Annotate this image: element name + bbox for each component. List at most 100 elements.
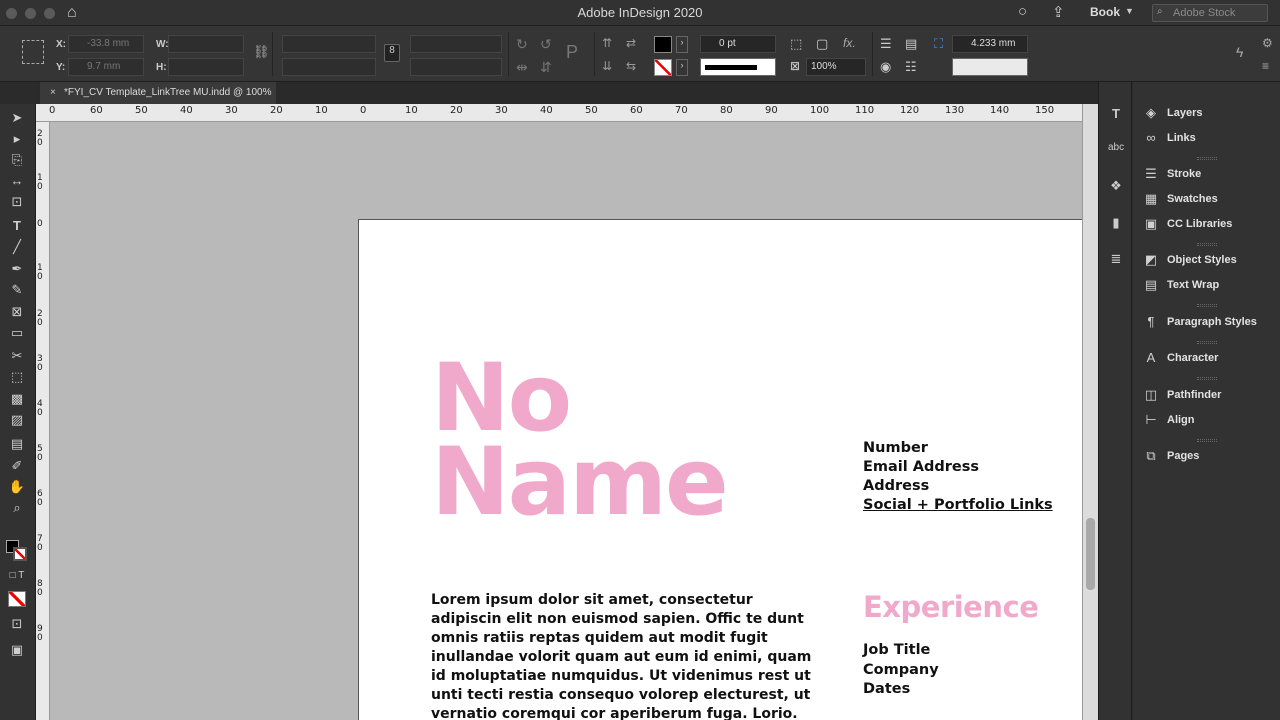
contact-social-links[interactable]: Social + Portfolio Links bbox=[863, 497, 1053, 513]
bookmarks-icon[interactable]: ▮ bbox=[1108, 215, 1124, 231]
effects-icon[interactable]: fx. bbox=[843, 36, 856, 50]
path-type-icon[interactable]: P bbox=[566, 42, 578, 63]
gear-icon[interactable]: ⚙ bbox=[1262, 36, 1273, 50]
stroke-swatch[interactable] bbox=[654, 59, 672, 76]
vertical-scrollbar[interactable] bbox=[1082, 104, 1098, 720]
gap-field[interactable]: 4.233 mm bbox=[952, 35, 1028, 53]
document-page[interactable]: No Name Number Email Address Address Soc… bbox=[358, 219, 1082, 720]
opacity-field[interactable]: 100% bbox=[806, 58, 866, 76]
document-tab[interactable]: × *FYI_CV Template_LinkTree MU.indd @ 10… bbox=[40, 82, 276, 104]
lightbulb-icon[interactable]: ○ bbox=[1018, 3, 1027, 20]
type-tool-icon[interactable]: T bbox=[6, 218, 28, 236]
panel-align[interactable]: ⊢ Align bbox=[1133, 409, 1280, 433]
panel-group-grip[interactable] bbox=[1197, 243, 1217, 246]
width-field[interactable] bbox=[168, 35, 244, 53]
experience-dates[interactable]: Dates bbox=[863, 681, 910, 697]
note-tool-icon[interactable]: ▤ bbox=[6, 436, 28, 454]
panel-group-grip[interactable] bbox=[1197, 157, 1217, 160]
select-next-icon[interactable]: ⇆ bbox=[626, 59, 636, 73]
page-tool-icon[interactable]: ⎘ bbox=[6, 152, 28, 170]
stock-search-input[interactable]: Adobe Stock bbox=[1152, 4, 1268, 22]
flip-vertical-icon[interactable]: ⇵ bbox=[540, 59, 552, 76]
gradient-swatch-tool-icon[interactable]: ▩ bbox=[6, 391, 28, 409]
color-theme-icon[interactable]: ❖ bbox=[1108, 178, 1124, 194]
panel-text-wrap[interactable]: ▤ Text Wrap bbox=[1133, 274, 1280, 298]
menu-icon[interactable]: ≡ bbox=[1262, 59, 1269, 73]
direct-selection-tool-icon[interactable]: ▸ bbox=[6, 131, 28, 149]
fill-menu-arrow[interactable]: › bbox=[676, 36, 688, 53]
panel-pathfinder[interactable]: ◫ Pathfinder bbox=[1133, 384, 1280, 408]
panel-group-grip[interactable] bbox=[1197, 439, 1217, 442]
scale-link-icon[interactable]: 8 bbox=[384, 44, 400, 62]
panel-pages[interactable]: ⧉ Pages bbox=[1133, 445, 1280, 469]
stroke-type-dropdown[interactable] bbox=[700, 58, 776, 76]
selection-tool-icon[interactable]: ➤ bbox=[6, 110, 28, 128]
pen-tool-icon[interactable]: ✒ bbox=[6, 261, 28, 279]
select-previous-icon[interactable]: ⇊ bbox=[602, 59, 612, 73]
scissors-tool-icon[interactable]: ✂ bbox=[6, 348, 28, 366]
pencil-tool-icon[interactable]: ✎ bbox=[6, 282, 28, 300]
panel-group-grip[interactable] bbox=[1197, 341, 1217, 344]
screen-mode-normal-icon[interactable]: ⊡ bbox=[6, 616, 28, 634]
eyedropper-tool-icon[interactable]: ✐ bbox=[6, 458, 28, 476]
free-transform-tool-icon[interactable]: ⬚ bbox=[6, 369, 28, 387]
close-tab-icon[interactable]: × bbox=[50, 87, 56, 98]
panel-layers[interactable]: ◈ Layers bbox=[1133, 102, 1280, 126]
select-content-icon[interactable]: ⇄ bbox=[626, 36, 636, 50]
stroke-weight-field[interactable]: 0 pt bbox=[700, 35, 776, 53]
share-icon[interactable]: ⇪ bbox=[1052, 3, 1065, 21]
gap-tool-icon[interactable]: ↔ bbox=[6, 173, 28, 191]
rotation-angle-field[interactable] bbox=[410, 35, 502, 53]
quick-apply-icon[interactable]: ϟ bbox=[1236, 44, 1243, 60]
drop-shadow-icon[interactable]: ▢ bbox=[816, 36, 828, 52]
rectangle-frame-tool-icon[interactable]: ⊠ bbox=[6, 304, 28, 322]
scale-y-field[interactable] bbox=[282, 58, 376, 76]
panel-swatches[interactable]: ▦ Swatches bbox=[1133, 188, 1280, 212]
gradient-feather-tool-icon[interactable]: ▨ bbox=[6, 412, 28, 430]
text-wrap-object-icon[interactable]: ◉ bbox=[880, 59, 891, 75]
text-list-icon[interactable]: ≣ bbox=[1108, 251, 1124, 267]
spelling-icon[interactable]: abc bbox=[1108, 142, 1124, 158]
experience-heading[interactable]: Experience bbox=[863, 590, 1039, 624]
workspace-switcher[interactable]: Book bbox=[1090, 5, 1120, 19]
text-wrap-jump-icon[interactable]: ☷ bbox=[905, 59, 917, 75]
reference-point-icon[interactable] bbox=[22, 40, 44, 64]
screen-mode-preview-icon[interactable]: ▣ bbox=[6, 642, 28, 660]
horizontal-ruler[interactable]: 0 60 50 40 30 20 10 0 10 20 30 40 50 60 … bbox=[36, 104, 1082, 122]
panel-character[interactable]: A Character bbox=[1133, 347, 1280, 371]
y-position-field[interactable]: 9.7 mm bbox=[68, 58, 144, 76]
panel-group-grip[interactable] bbox=[1197, 377, 1217, 380]
constrain-proportions-icon[interactable]: ⛓ bbox=[253, 44, 270, 60]
panel-group-grip[interactable] bbox=[1197, 304, 1217, 307]
x-position-field[interactable]: -33.8 mm bbox=[68, 35, 144, 53]
fill-swatch[interactable] bbox=[654, 36, 672, 53]
height-field[interactable] bbox=[168, 58, 244, 76]
chevron-down-icon[interactable]: ▼ bbox=[1125, 6, 1134, 16]
contact-email[interactable]: Email Address bbox=[863, 459, 979, 475]
name-heading-line2[interactable]: Name bbox=[431, 436, 729, 530]
select-container-icon[interactable]: ⇈ bbox=[602, 36, 612, 50]
stroke-color-icon[interactable] bbox=[13, 547, 27, 561]
line-tool-icon[interactable]: ╱ bbox=[6, 239, 28, 257]
panel-links[interactable]: ∞ Links bbox=[1133, 127, 1280, 151]
text-wrap-none-icon[interactable]: ☰ bbox=[880, 36, 892, 52]
panel-object-styles[interactable]: ◩ Object Styles bbox=[1133, 249, 1280, 273]
type-panel-icon[interactable]: T bbox=[1108, 106, 1124, 122]
text-wrap-box-icon[interactable]: ▤ bbox=[905, 36, 917, 52]
hand-tool-icon[interactable]: ✋ bbox=[6, 479, 28, 497]
flip-horizontal-icon[interactable]: ⇹ bbox=[516, 59, 528, 76]
contact-number[interactable]: Number bbox=[863, 440, 928, 456]
rotate-ccw-icon[interactable]: ↺ bbox=[540, 36, 552, 53]
zoom-tool-icon[interactable]: ⌕ bbox=[6, 500, 28, 518]
contact-address[interactable]: Address bbox=[863, 478, 929, 494]
scrollbar-thumb[interactable] bbox=[1086, 518, 1095, 590]
experience-job-title[interactable]: Job Title bbox=[863, 642, 930, 658]
frame-fitting-icon[interactable]: ⬚ bbox=[790, 36, 802, 52]
formatting-affects-container-icon[interactable]: □ T bbox=[6, 570, 28, 588]
rotate-cw-icon[interactable]: ↻ bbox=[516, 36, 528, 53]
panel-stroke[interactable]: ☰ Stroke bbox=[1133, 163, 1280, 187]
panel-cc-libraries[interactable]: ▣ CC Libraries bbox=[1133, 213, 1280, 237]
shear-angle-field[interactable] bbox=[410, 58, 502, 76]
bio-text-frame[interactable]: Lorem ipsum dolor sit amet, consectetur … bbox=[431, 591, 811, 720]
scale-x-field[interactable] bbox=[282, 35, 376, 53]
